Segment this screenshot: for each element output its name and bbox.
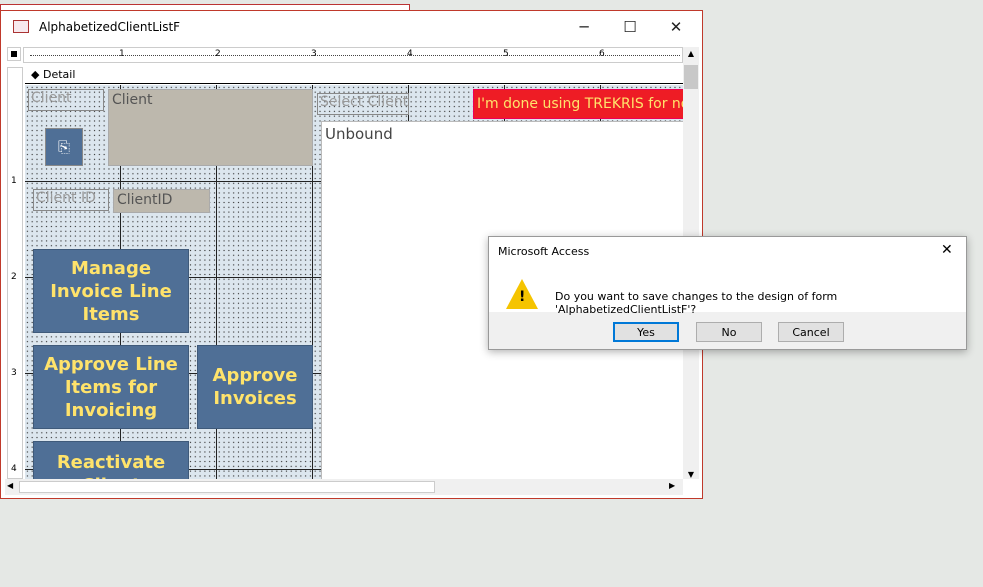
refresh-icon[interactable]: ⎘ bbox=[45, 128, 83, 166]
scroll-down-icon[interactable]: ▼ bbox=[683, 470, 699, 479]
maximize-button[interactable]: ☐ bbox=[607, 11, 653, 43]
scroll-thumb[interactable] bbox=[19, 481, 435, 493]
ruler-label: 2 bbox=[11, 272, 17, 282]
cancel-button[interactable]: Cancel bbox=[778, 322, 844, 342]
yes-button[interactable]: Yes bbox=[613, 322, 679, 342]
client-field[interactable]: Client bbox=[108, 89, 313, 166]
reactivate-client-button[interactable]: Reactivate Client bbox=[33, 441, 189, 479]
dialog-close-button[interactable]: ✕ bbox=[941, 242, 953, 258]
ruler-label: 3 bbox=[11, 368, 17, 378]
window-title: AlphabetizedClientListF bbox=[39, 20, 181, 34]
horizontal-ruler: 1 2 3 4 5 6 bbox=[23, 47, 683, 63]
ruler-label: 1 bbox=[11, 176, 17, 186]
section-label: Detail bbox=[42, 68, 76, 81]
form-selector[interactable] bbox=[7, 47, 21, 61]
client-id-field[interactable]: ClientID bbox=[113, 189, 210, 213]
ruler-label: 3 bbox=[311, 49, 317, 59]
ruler-label: 6 bbox=[599, 49, 605, 59]
minimize-button[interactable]: ─ bbox=[561, 11, 607, 43]
select-client-label[interactable]: Select Client bbox=[317, 93, 409, 115]
section-arrow-icon: ◆ bbox=[31, 68, 43, 81]
scroll-left-icon[interactable]: ◀ bbox=[7, 481, 13, 490]
horizontal-scrollbar[interactable]: ◀ ▶ bbox=[5, 479, 683, 495]
scroll-right-icon[interactable]: ▶ bbox=[669, 481, 675, 490]
ruler-label: 4 bbox=[11, 464, 17, 474]
vertical-ruler: 1 2 3 4 bbox=[7, 67, 23, 479]
dialog-message: Do you want to save changes to the desig… bbox=[555, 290, 838, 316]
dialog-title: Microsoft Access bbox=[498, 245, 590, 258]
close-button[interactable]: ✕ bbox=[653, 11, 699, 43]
approve-line-items-button[interactable]: Approve Line Items for Invoicing bbox=[33, 345, 189, 429]
ruler-label: 2 bbox=[215, 49, 221, 59]
ruler-label: 5 bbox=[503, 49, 509, 59]
no-button[interactable]: No bbox=[696, 322, 762, 342]
ruler-label: 1 bbox=[119, 49, 125, 59]
client-label[interactable]: Client bbox=[28, 89, 104, 111]
form-icon bbox=[13, 20, 29, 33]
scroll-thumb[interactable] bbox=[684, 65, 698, 89]
save-changes-dialog: Microsoft Access ✕ ! Do you want to save… bbox=[488, 236, 967, 350]
scroll-up-icon[interactable]: ▲ bbox=[683, 47, 699, 61]
client-id-label[interactable]: Client ID bbox=[33, 189, 109, 211]
manage-invoice-line-items-button[interactable]: Manage Invoice Line Items bbox=[33, 249, 189, 333]
done-button[interactable]: I'm done using TREKRIS for now bbox=[473, 89, 684, 119]
detail-section-bar[interactable]: ◆ Detail bbox=[25, 67, 683, 84]
approve-invoices-button[interactable]: Approve Invoices bbox=[197, 345, 313, 429]
ruler-label: 4 bbox=[407, 49, 413, 59]
